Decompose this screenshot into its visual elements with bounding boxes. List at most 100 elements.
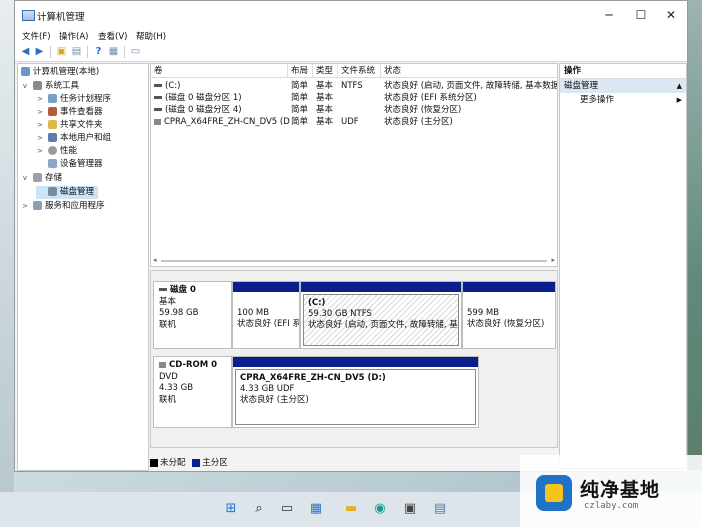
volume-type: 基本 (316, 105, 334, 115)
partition-status: 状态良好 (EFI 系 (237, 319, 299, 329)
disk-0-info[interactable]: 磁盘 0 基本 59.98 GB 联机 (153, 281, 232, 349)
minimize-button[interactable]: ─ (595, 6, 623, 24)
performance-icon (48, 146, 57, 155)
tree-label: 任务计划程序 (60, 94, 112, 104)
help-icon[interactable]: ? (92, 45, 105, 58)
disk-legend: 未分配 主分区 (150, 457, 228, 469)
scrollbar-thumb[interactable] (161, 260, 547, 262)
tree-item-device-manager[interactable]: 设备管理器 (36, 158, 103, 171)
partition-c[interactable]: (C:) 59.30 GB NTFS 状态良好 (启动, 页面文件, 故障转储,… (300, 281, 462, 349)
computer-management-icon[interactable]: ▤ (432, 501, 448, 517)
tree-item-shared-folders[interactable]: > 共享文件夹 (36, 119, 103, 132)
tree-item-event-viewer[interactable]: > 事件查看器 (36, 106, 103, 119)
disk-state: 联机 (159, 319, 177, 330)
forward-arrow-icon[interactable]: ▶ (33, 45, 46, 58)
watermark-logo-icon (536, 475, 572, 511)
close-button[interactable]: ✕ (657, 6, 685, 24)
menu-view[interactable]: 查看(V) (98, 30, 127, 42)
disk-graphical-view: 磁盘 0 基本 59.98 GB 联机 100 MB 状态良好 (EFI 系 (… (150, 270, 558, 448)
menu-help[interactable]: 帮助(H) (136, 30, 166, 42)
chevron-right-icon[interactable]: > (21, 200, 29, 213)
tree-item-local-users[interactable]: > 本地用户和组 (36, 132, 111, 145)
column-header-filesystem[interactable]: 文件系统 (338, 64, 381, 78)
volume-filesystem: NTFS (341, 81, 363, 91)
chevron-right-icon: ▶ (676, 96, 682, 104)
tree-label: 系统工具 (45, 81, 80, 91)
disk-icon (159, 288, 167, 291)
actions-section-label: 磁盘管理 (564, 81, 599, 91)
partition-recovery[interactable]: 599 MB 状态良好 (恢复分区) (462, 281, 556, 349)
file-explorer-icon[interactable]: ▬ (343, 501, 359, 517)
tree-label: 设备管理器 (60, 159, 103, 169)
show-hide-tree-icon[interactable]: ▤ (70, 45, 83, 58)
column-header-volume[interactable]: 卷 (151, 64, 288, 78)
disk-view-icon[interactable]: ▭ (129, 45, 142, 58)
chevron-right-icon[interactable]: > (36, 119, 44, 132)
tree-label: 存储 (45, 173, 63, 183)
tree-item-task-scheduler[interactable]: > 任务计划程序 (36, 93, 111, 106)
more-actions-label: 更多操作 (580, 95, 615, 105)
desktop-background-left (0, 0, 14, 527)
computer-management-app-icon (22, 10, 35, 21)
volume-type: 基本 (316, 117, 334, 127)
scroll-left-icon[interactable]: ◂ (153, 256, 157, 264)
edge-icon[interactable]: ◉ (372, 501, 388, 517)
horizontal-scrollbar[interactable]: ◂ ▸ (151, 256, 557, 264)
volume-icon (154, 84, 162, 87)
more-actions-item[interactable]: 更多操作 ▶ (560, 93, 686, 107)
volume-filesystem: UDF (341, 117, 359, 127)
partition-d[interactable]: CPRA_X64FRE_ZH-CN_DV5 (D:) 4.33 GB UDF 状… (232, 356, 479, 428)
properties-icon[interactable]: ▦ (107, 45, 120, 58)
tree-item-disk-management[interactable]: 磁盘管理 (36, 186, 99, 199)
volume-status: 状态良好 (主分区) (384, 117, 453, 127)
storage-icon (33, 173, 42, 182)
tree-label: 共享文件夹 (60, 120, 103, 130)
store-icon[interactable]: ▣ (402, 501, 418, 517)
table-row[interactable]: (磁盘 0 磁盘分区 4) 简单 基本 状态良好 (恢复分区) (151, 104, 557, 116)
partition-efi[interactable]: 100 MB 状态良好 (EFI 系 (232, 281, 300, 349)
scroll-right-icon[interactable]: ▸ (551, 256, 555, 264)
volume-type: 基本 (316, 81, 334, 91)
partition-title: (C:) (308, 298, 326, 308)
menu-action[interactable]: 操作(A) (59, 30, 88, 42)
primary-partition-bar (301, 282, 461, 292)
search-icon[interactable]: ⌕ (251, 501, 267, 517)
collapse-up-icon[interactable]: ▲ (677, 79, 682, 93)
tree-item-services-apps[interactable]: > 服务和应用程序 (21, 200, 105, 213)
chevron-right-icon[interactable]: > (36, 145, 44, 158)
table-row[interactable]: (C:) 简单 基本 NTFS 状态良好 (启动, 页面文件, 故障转储, 基本… (151, 80, 557, 92)
tree-item-root[interactable]: 计算机管理(本地) (21, 66, 99, 79)
disk-size: 4.33 GB (159, 383, 194, 393)
chevron-right-icon[interactable]: > (36, 93, 44, 106)
back-arrow-icon[interactable]: ◀ (19, 45, 32, 58)
disk-type: 基本 (159, 296, 177, 307)
volume-name: (磁盘 0 磁盘分区 4) (165, 105, 242, 115)
tree-item-storage[interactable]: v 存储 (21, 172, 62, 185)
title-bar[interactable]: 计算机管理 ─ ☐ ✕ (15, 1, 687, 29)
chevron-right-icon[interactable]: > (36, 106, 44, 119)
table-row[interactable]: (磁盘 0 磁盘分区 1) 简单 基本 状态良好 (EFI 系统分区) (151, 92, 557, 104)
actions-section-disk-management[interactable]: 磁盘管理 ▲ (560, 79, 686, 93)
task-view-icon[interactable]: ▭ (279, 501, 295, 517)
maximize-button[interactable]: ☐ (627, 6, 655, 24)
tree-item-system-tools[interactable]: v 系统工具 (21, 80, 79, 93)
chevron-down-icon[interactable]: v (21, 172, 29, 185)
chevron-right-icon[interactable]: > (36, 132, 44, 145)
column-header-type[interactable]: 类型 (313, 64, 338, 78)
column-header-layout[interactable]: 布局 (288, 64, 313, 78)
column-header-status[interactable]: 状态 (381, 64, 557, 78)
table-row[interactable]: CPRA_X64FRE_ZH-CN_DV5 (D:) 简单 基本 UDF 状态良… (151, 116, 557, 128)
users-icon (48, 133, 57, 142)
cdrom-0-info[interactable]: CD-ROM 0 DVD 4.33 GB 联机 (153, 356, 232, 428)
console-tree: 计算机管理(本地) v 系统工具 > 任务计划程序 > 事件查看器 > 共享文件… (17, 63, 149, 471)
widgets-icon[interactable]: ▦ (308, 501, 324, 517)
up-folder-icon[interactable]: ▣ (55, 45, 68, 58)
windows-start-icon[interactable]: ⊞ (223, 501, 239, 517)
primary-partition-bar (463, 282, 555, 292)
tree-item-performance[interactable]: > 性能 (36, 145, 77, 158)
shared-folder-icon (48, 120, 57, 129)
menu-file[interactable]: 文件(F) (22, 30, 51, 42)
partition-size: 59.30 GB NTFS (308, 309, 372, 319)
chevron-down-icon[interactable]: v (21, 80, 29, 93)
disk-type: DVD (159, 371, 178, 382)
